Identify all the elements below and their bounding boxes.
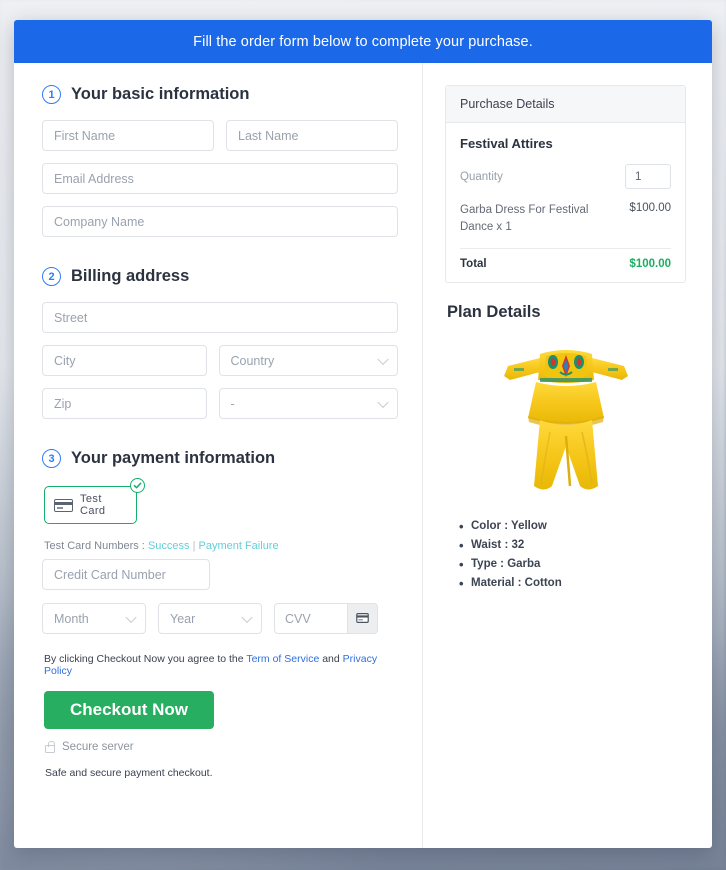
total-row: Total $100.00 <box>460 258 671 270</box>
expiry-month-select[interactable]: Month <box>42 603 146 634</box>
content-columns: 1 Your basic information First Name Last… <box>14 63 712 848</box>
credit-card-icon <box>54 498 73 512</box>
zip-input[interactable]: Zip <box>42 388 207 419</box>
safe-checkout-note: Safe and secure payment checkout. <box>45 767 213 779</box>
terms-agreement-text: By clicking Checkout Now you agree to th… <box>44 653 398 677</box>
name-row: First Name Last Name <box>42 120 398 151</box>
checkout-now-button[interactable]: Checkout Now <box>44 691 214 729</box>
cvv-group: CVV <box>274 603 378 634</box>
step-number-2: 2 <box>42 267 61 286</box>
country-select[interactable]: Country <box>218 345 398 376</box>
credit-card-number-input[interactable]: Credit Card Number <box>42 559 210 590</box>
total-divider <box>460 248 671 250</box>
expiry-cvv-row: Month Year CVV <box>42 603 398 634</box>
checkout-card: Fill the order form below to complete yo… <box>14 20 712 848</box>
terms-conjunction: and <box>322 653 340 665</box>
total-label: Total <box>460 258 487 271</box>
product-attribute-list: Color : Yellow Waist : 32 Type : Garba M… <box>459 516 686 594</box>
purchase-details-header: Purchase Details <box>446 86 685 123</box>
product-group-title: Festival Attires <box>460 136 553 151</box>
section-header-billing-address: 2 Billing address <box>42 267 398 286</box>
test-card-option-wrapper: Test Card <box>44 478 145 524</box>
total-value: $100.00 <box>629 258 671 271</box>
terms-of-service-link[interactable]: Term of Service <box>246 653 319 665</box>
chevron-down-icon <box>241 611 253 623</box>
check-circle-icon <box>130 478 145 493</box>
zip-state-row: Zip - <box>42 388 398 419</box>
line-item-price: $100.00 <box>629 202 671 214</box>
product-image-wrapper <box>445 330 686 511</box>
list-item: Material : Cotton <box>459 573 686 594</box>
first-name-input[interactable]: First Name <box>42 120 214 151</box>
chevron-down-icon <box>377 396 389 408</box>
line-item-name: Garba Dress For Festival Dance x 1 <box>460 204 589 233</box>
product-image-garba-dress <box>500 336 632 501</box>
list-item: Type : Garba <box>459 554 686 575</box>
cvv-input[interactable]: CVV <box>274 603 347 634</box>
quantity-row: Quantity 1 <box>460 164 671 189</box>
credit-card-number-row: Credit Card Number <box>42 559 398 590</box>
terms-prefix: By clicking Checkout Now you agree to th… <box>44 653 244 665</box>
list-item: Color : Yellow <box>459 516 686 537</box>
secure-server-note: Secure server <box>45 740 398 753</box>
cvv-help-button[interactable] <box>347 603 378 634</box>
section-header-payment-information: 3 Your payment information <box>42 449 398 468</box>
test-card-option[interactable]: Test Card <box>44 486 137 524</box>
section-title-payment-information: Your payment information <box>71 449 276 467</box>
expiry-year-select[interactable]: Year <box>158 603 262 634</box>
chevron-down-icon <box>125 611 137 623</box>
secure-server-label: Secure server <box>62 741 134 753</box>
country-select-value: Country <box>230 353 275 368</box>
test-card-numbers-hint: Test Card Numbers : Success | Payment Fa… <box>44 540 398 552</box>
email-row: Email Address <box>42 163 398 194</box>
section-title-basic-information: Your basic information <box>71 85 250 103</box>
quantity-input[interactable]: 1 <box>625 164 671 189</box>
summary-column: Purchase Details Festival Attires Quanti… <box>422 63 712 848</box>
expiry-year-value: Year <box>170 611 196 626</box>
city-country-row: City Country <box>42 345 398 376</box>
quantity-label: Quantity <box>460 170 503 183</box>
step-number-1: 1 <box>42 85 61 104</box>
city-input[interactable]: City <box>42 345 207 376</box>
purchase-details-body: Festival Attires Quantity 1 Garba Dress … <box>446 123 685 282</box>
purchase-details-panel: Purchase Details Festival Attires Quanti… <box>445 85 686 284</box>
lock-icon <box>45 740 55 753</box>
page-banner: Fill the order form below to complete yo… <box>14 20 712 63</box>
test-card-numbers-label: Test Card Numbers : <box>44 540 145 552</box>
last-name-input[interactable]: Last Name <box>226 120 398 151</box>
list-item: Waist : 32 <box>459 535 686 556</box>
test-links-separator: | <box>192 540 196 552</box>
company-row: Company Name <box>42 206 398 237</box>
section-title-billing-address: Billing address <box>71 267 190 285</box>
banner-text: Fill the order form below to complete yo… <box>193 33 533 50</box>
line-item-row: Garba Dress For Festival Dance x 1 $100.… <box>460 202 671 235</box>
test-card-success-link[interactable]: Success <box>148 540 190 552</box>
test-card-label: Test Card <box>80 493 106 517</box>
card-back-icon <box>356 610 369 628</box>
state-select[interactable]: - <box>218 388 398 419</box>
test-card-failure-link[interactable]: Payment Failure <box>199 540 279 552</box>
expiry-month-value: Month <box>54 611 89 626</box>
state-select-value: - <box>230 396 235 411</box>
street-input[interactable]: Street <box>42 302 398 333</box>
chevron-down-icon <box>377 353 389 365</box>
section-header-basic-information: 1 Your basic information <box>42 85 398 104</box>
company-name-input[interactable]: Company Name <box>42 206 398 237</box>
plan-details-title: Plan Details <box>447 303 541 322</box>
street-row: Street <box>42 302 398 333</box>
order-form-column: 1 Your basic information First Name Last… <box>14 63 422 848</box>
step-number-3: 3 <box>42 449 61 468</box>
email-input[interactable]: Email Address <box>42 163 398 194</box>
